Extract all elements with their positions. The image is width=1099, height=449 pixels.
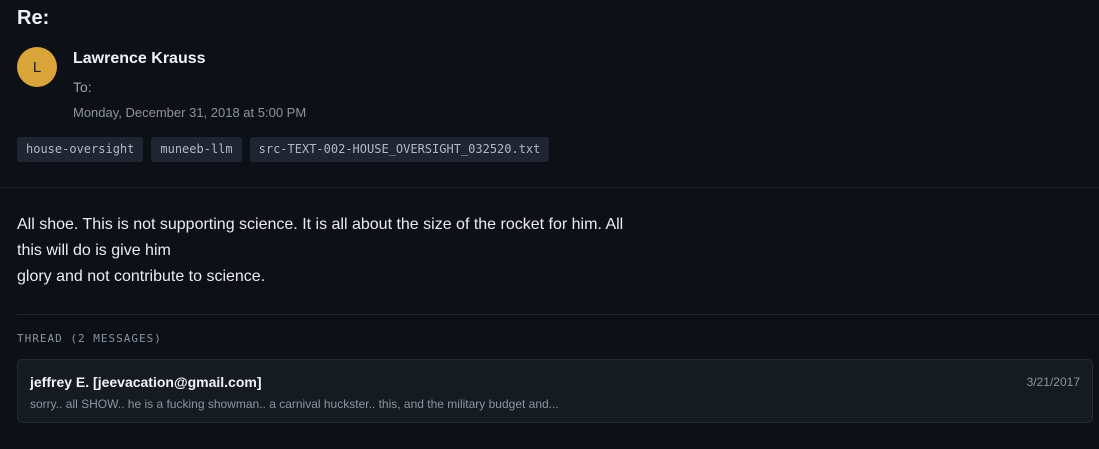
header-divider: [0, 187, 1099, 188]
body-line: All shoe. This is not supporting science…: [17, 216, 624, 233]
thread-heading: THREAD (2 MESSAGES): [17, 332, 162, 345]
avatar: L: [17, 47, 57, 87]
tag-list: house-oversight muneeb-llm src-TEXT-002-…: [17, 137, 550, 162]
thread-divider: [17, 314, 1099, 315]
email-body: All shoe. This is not supporting science…: [17, 212, 687, 290]
email-date: Monday, December 31, 2018 at 5:00 PM: [73, 105, 307, 120]
sender-name: Lawrence Krauss: [73, 50, 206, 67]
tag-muneeb-llm[interactable]: muneeb-llm: [151, 137, 242, 162]
thread-message-sender: jeffrey E. [jeevacation@gmail.com]: [30, 374, 262, 390]
body-line: glory and not contribute to science.: [17, 268, 266, 285]
tag-house-oversight[interactable]: house-oversight: [17, 137, 144, 162]
thread-message-snippet: sorry.. all SHOW.. he is a fucking showm…: [30, 397, 559, 411]
thread-message-item[interactable]: jeffrey E. [jeevacation@gmail.com] 3/21/…: [17, 359, 1093, 423]
body-line: this will do is give him: [17, 242, 171, 259]
email-subject: Re:: [17, 7, 50, 29]
tag-source-file[interactable]: src-TEXT-002-HOUSE_OVERSIGHT_032520.txt: [249, 137, 550, 162]
thread-message-date: 3/21/2017: [1026, 375, 1080, 389]
recipient-to-label: To:: [73, 79, 92, 95]
